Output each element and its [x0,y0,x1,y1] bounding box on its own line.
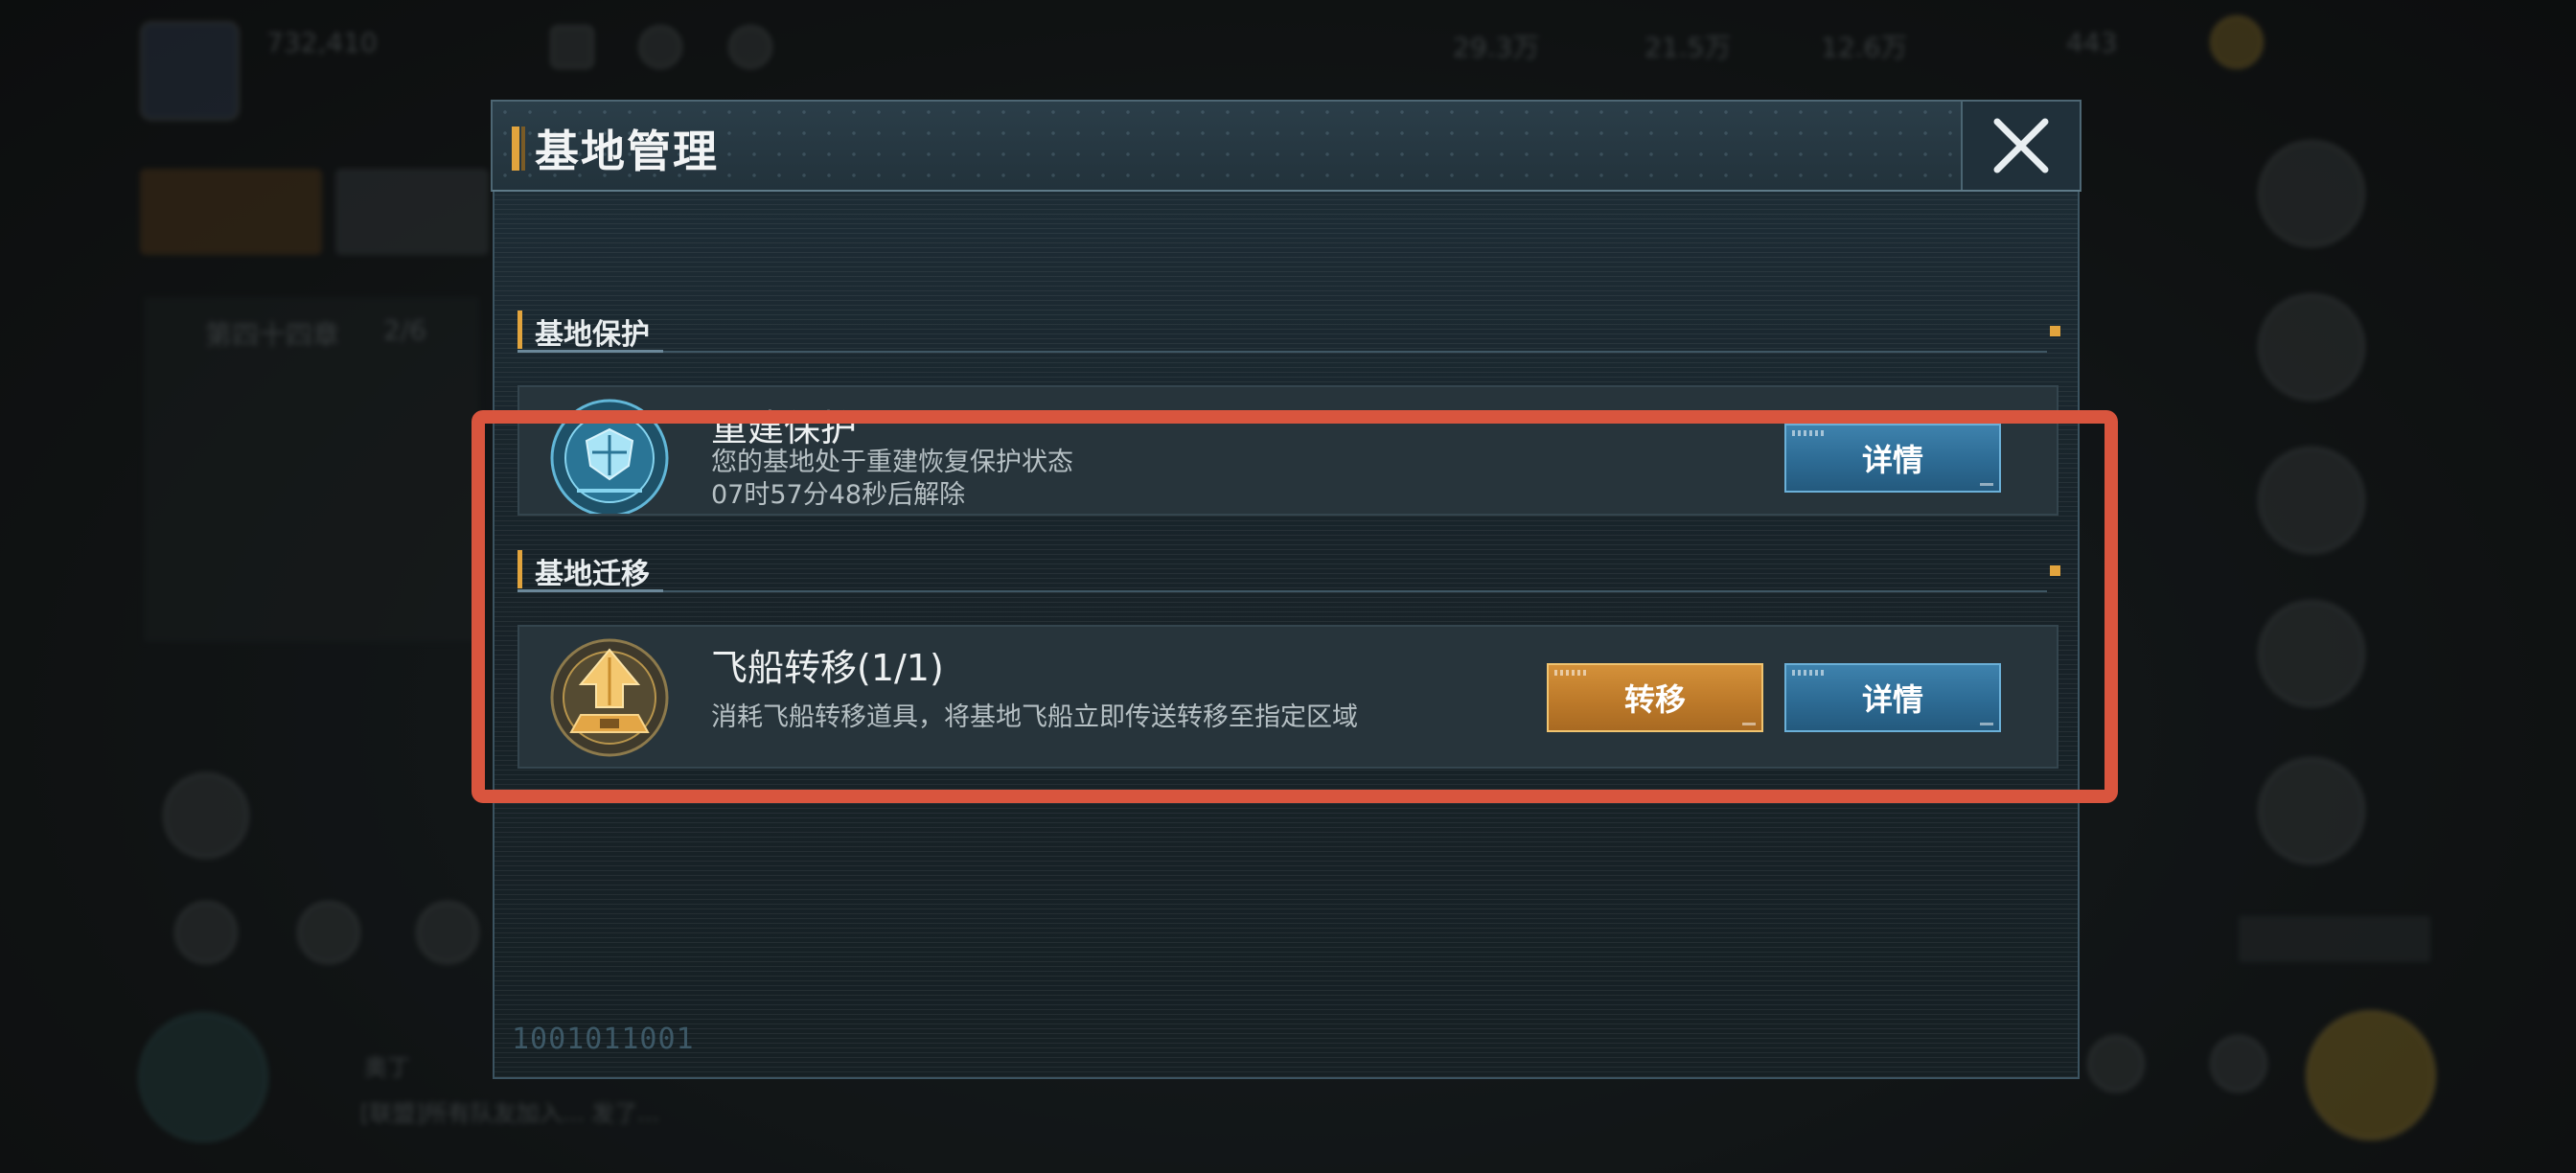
section-marker [2050,565,2060,576]
ship-transfer-icon [548,636,671,759]
button-label: 详情 [1861,442,1923,478]
dialog-title: 基地管理 [535,126,719,177]
decorative-code: 1001011001 [512,1023,695,1056]
button-label: 转移 [1623,681,1686,718]
button-tick-deco [1792,670,1825,676]
migration-row: 飞船转移(1/1) 消耗飞船转移道具，将基地飞船立即传送转移至指定区域 转移 详… [518,625,2058,769]
protection-row: 重建保护 您的基地处于重建恢复保护状态 07时57分48秒后解除 详情 [518,385,2058,516]
close-button[interactable] [1961,102,2080,190]
button-label: 详情 [1861,681,1923,718]
dialog-body: 基地保护 重建保护 您的基地处于重建恢复保护状态 07时57分48秒后解除 详情… [493,192,2080,1079]
dialog-header: 基地管理 [491,100,2082,192]
protection-description: 您的基地处于重建恢复保护状态 07时57分48秒后解除 [711,447,1073,512]
section-label: 基地迁移 [535,558,650,591]
protection-details-button[interactable]: 详情 [1784,424,2001,493]
section-marker [2050,326,2060,336]
close-icon [1993,118,2049,173]
section-label: 基地保护 [535,318,650,352]
section-header-protection: 基地保护 [518,307,2060,353]
section-underline [518,350,663,353]
section-divider [518,590,2047,592]
button-tick-deco [1554,670,1587,676]
section-header-migration: 基地迁移 [518,546,2060,592]
button-corner-deco [1980,723,1993,725]
protection-countdown: 07时57分48秒后解除 [711,480,966,510]
section-underline [518,589,663,592]
button-corner-deco [1980,483,1993,486]
title-accent [512,126,519,171]
migration-description: 消耗飞船转移道具，将基地飞船立即传送转移至指定区域 [711,702,1358,732]
button-corner-deco [1742,723,1756,725]
protection-title: 重建保护 [711,407,858,449]
game-screen: 732,410 29.3万 21.5万 12.6万 443 第四十四章 2/6 … [0,0,2576,1173]
button-tick-deco [1792,430,1825,436]
migration-details-button[interactable]: 详情 [1784,663,2001,732]
section-accent [518,550,522,588]
migration-title: 飞船转移(1/1) [711,647,944,689]
base-management-dialog: 基地管理 基地保护 重建保护 您的基地处于重建恢复保护状态 07时57分48秒后… [491,92,2082,1085]
shield-helmet-icon [548,397,671,514]
transfer-button[interactable]: 转移 [1547,663,1763,732]
protection-status: 您的基地处于重建恢复保护状态 [711,448,1073,477]
title-accent-shadow [521,126,525,171]
section-divider [518,351,2047,353]
section-accent [518,310,522,349]
